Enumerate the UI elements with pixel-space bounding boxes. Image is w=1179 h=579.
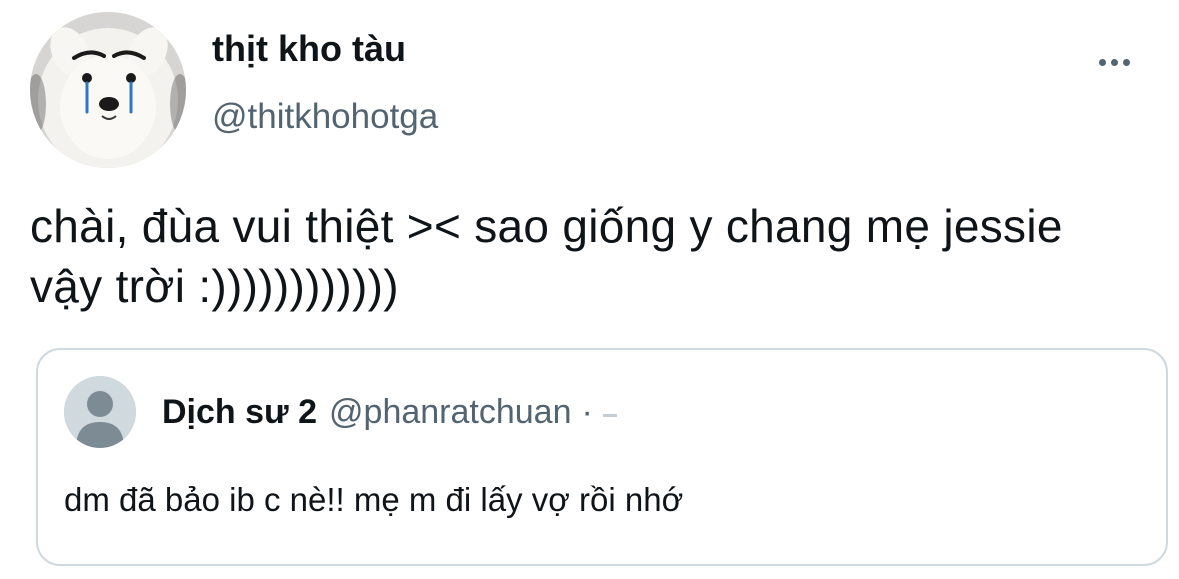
quoted-tweet-card[interactable]: Dịch sư 2 @phanratchuan · dm đã bảo ib c…	[36, 348, 1168, 566]
author-handle[interactable]: @thitkhohotga	[212, 96, 438, 138]
more-options-button[interactable]	[1090, 46, 1138, 78]
quoted-tweet-header: Dịch sư 2 @phanratchuan ·	[162, 390, 617, 434]
quoted-author-display-name[interactable]: Dịch sư 2	[162, 390, 317, 434]
more-dots-icon	[1122, 58, 1130, 66]
author-avatar[interactable]	[30, 12, 186, 168]
crying-samoyed-avatar-icon	[30, 12, 186, 168]
more-dots-icon	[1098, 58, 1106, 66]
quoted-tweet-text: dm đã bảo ib c nè!! mẹ m đi lấy vợ rồi n…	[64, 481, 684, 518]
header-separator: ·	[581, 393, 593, 431]
quoted-timestamp[interactable]	[602, 413, 617, 417]
quoted-author-avatar[interactable]	[64, 376, 136, 448]
more-dots-icon	[1110, 58, 1118, 66]
author-display-name[interactable]: thịt kho tàu	[212, 28, 406, 70]
quoted-author-handle[interactable]: @phanratchuan	[329, 390, 571, 434]
tweet-text: chài, đùa vui thiệt >< sao giống y chang…	[30, 200, 1063, 312]
tweet: thịt kho tàu @thitkhohotga chài, đùa vui…	[0, 0, 1179, 579]
default-user-avatar-icon	[64, 376, 136, 448]
